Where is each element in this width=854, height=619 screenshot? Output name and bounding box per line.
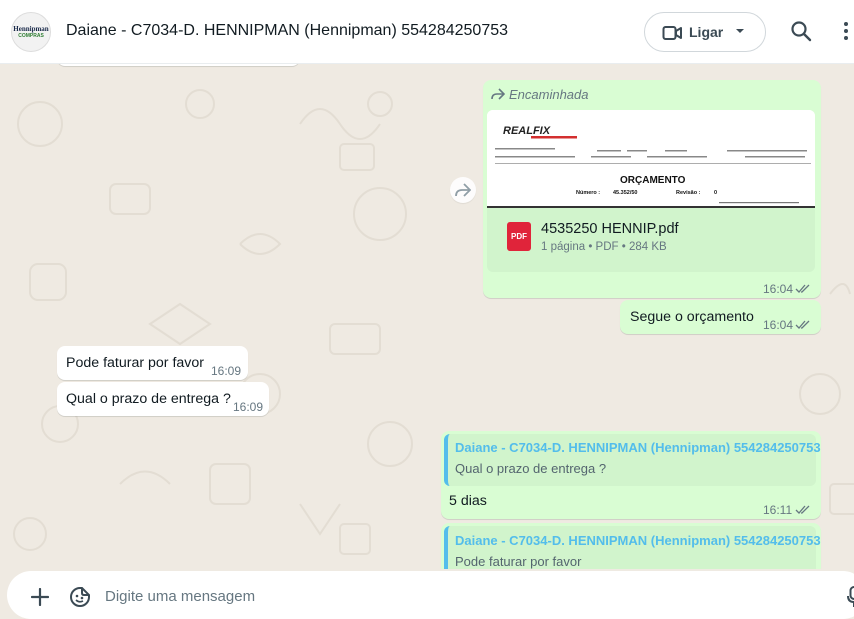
read-receipt-icon xyxy=(795,505,810,514)
message-time: 16:04 xyxy=(763,282,794,296)
forward-message-button[interactable] xyxy=(450,177,476,203)
search-icon[interactable] xyxy=(790,20,812,42)
forwarded-label: Encaminhada xyxy=(509,87,589,102)
message-time: 16:09 xyxy=(211,364,242,378)
message-text: Qual o prazo de entrega ? xyxy=(66,391,231,407)
contact-avatar[interactable]: Hennipman COMPRAS xyxy=(11,12,51,52)
pdf-file-icon: PDF xyxy=(507,222,531,251)
call-button-label: Ligar xyxy=(689,24,724,40)
message-bubble-partial xyxy=(57,64,300,66)
preview-heading: ORÇAMENTO xyxy=(620,175,686,186)
pdf-preview-image: REALFIX ORÇAMENTO Número : 45.352/50 Rev… xyxy=(487,110,815,208)
avatar-logo-text: Hennipman xyxy=(13,25,49,33)
forward-icon xyxy=(455,183,471,197)
message-text: 5 dias xyxy=(449,493,487,509)
call-button[interactable]: Ligar xyxy=(644,12,766,52)
preview-brand: REALFIX xyxy=(503,125,551,137)
quoted-text: Pode faturar por favor xyxy=(455,554,582,569)
message-text: Segue o orçamento xyxy=(630,309,754,325)
quoted-author: Daiane - C7034-D. HENNIPMAN (Hennipman) … xyxy=(455,440,821,455)
quoted-text: Qual o prazo de entrega ? xyxy=(455,461,607,476)
microphone-icon[interactable] xyxy=(847,586,854,608)
chevron-down-icon[interactable] xyxy=(735,26,745,36)
preview-revision: 0 xyxy=(714,190,717,196)
video-camera-icon xyxy=(662,26,682,40)
preview-number: 45.352/50 xyxy=(613,190,637,196)
preview-revision-label: Revisão : xyxy=(676,190,701,196)
document-file-name: 4535250 HENNIP.pdf xyxy=(541,221,679,237)
emoji-sticker-icon[interactable] xyxy=(69,586,91,608)
document-file-meta: 1 página • PDF • 284 KB xyxy=(541,241,667,253)
document-card[interactable] xyxy=(487,208,815,272)
attach-plus-icon[interactable] xyxy=(31,588,49,606)
forward-arrow-icon xyxy=(491,88,505,100)
read-receipt-icon xyxy=(795,320,810,329)
message-input[interactable] xyxy=(105,585,805,607)
pdf-preview-thumbnail[interactable]: REALFIX ORÇAMENTO Número : 45.352/50 Rev… xyxy=(487,110,815,208)
message-text: Pode faturar por favor xyxy=(66,355,205,371)
chat-header: Hennipman COMPRAS Daiane - C7034-D. HENN… xyxy=(0,0,854,64)
composer-box xyxy=(7,571,854,619)
message-time: 16:11 xyxy=(763,503,793,517)
read-receipt-icon xyxy=(795,284,810,293)
preview-number-label: Número : xyxy=(576,190,600,196)
chat-area[interactable]: Encaminhada REALFIX ORÇAMENTO Número : 4… xyxy=(0,64,854,569)
avatar-logo-subtext: COMPRAS xyxy=(18,33,44,39)
message-composer-bar xyxy=(0,569,854,619)
menu-icon[interactable] xyxy=(843,20,849,42)
chat-title[interactable]: Daiane - C7034-D. HENNIPMAN (Hennipman) … xyxy=(66,22,508,40)
quoted-author: Daiane - C7034-D. HENNIPMAN (Hennipman) … xyxy=(455,533,821,548)
message-time: 16:09 xyxy=(233,400,264,414)
message-time: 16:04 xyxy=(763,318,794,332)
